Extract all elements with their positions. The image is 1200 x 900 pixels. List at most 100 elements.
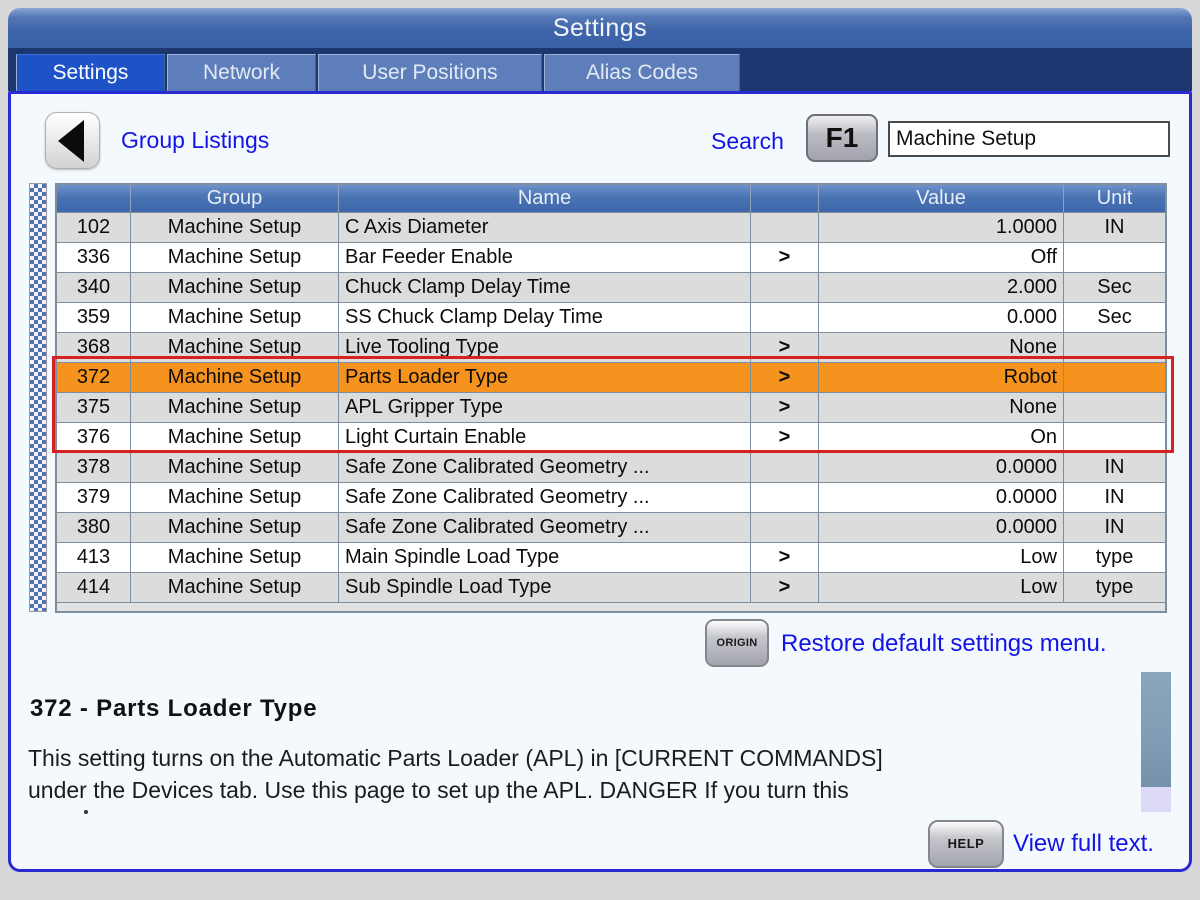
cell-arrow: > (751, 333, 819, 362)
cell-name: Light Curtain Enable (339, 423, 751, 452)
cell-group: Machine Setup (131, 453, 339, 482)
cell-num: 413 (57, 543, 131, 572)
cell-value: 0.0000 (819, 513, 1064, 542)
cell-unit: Sec (1064, 303, 1165, 332)
cell-num: 380 (57, 513, 131, 542)
tab-user-positions[interactable]: User Positions (318, 54, 542, 91)
cell-arrow (751, 483, 819, 512)
cell-unit (1064, 243, 1165, 272)
back-button[interactable] (45, 112, 100, 169)
cell-unit (1064, 363, 1165, 392)
page-title: Settings (553, 14, 647, 43)
table-row[interactable]: 368Machine SetupLive Tooling Type>None (57, 332, 1165, 362)
cell-name: Parts Loader Type (339, 363, 751, 392)
origin-button[interactable]: ORIGIN (705, 619, 769, 667)
cell-value: 0.0000 (819, 483, 1064, 512)
cell-unit: type (1064, 543, 1165, 572)
cell-name: C Axis Diameter (339, 213, 751, 242)
cell-unit: IN (1064, 483, 1165, 512)
table-row[interactable]: 336Machine SetupBar Feeder Enable>Off (57, 242, 1165, 272)
cell-arrow: > (751, 543, 819, 572)
table-row[interactable]: 372Machine SetupParts Loader Type>Robot (57, 362, 1165, 392)
cell-name: SS Chuck Clamp Delay Time (339, 303, 751, 332)
title-bar: Settings (8, 8, 1192, 48)
header-unit: Unit (1064, 185, 1165, 212)
cell-group: Machine Setup (131, 213, 339, 242)
help-button[interactable]: HELP (928, 820, 1004, 868)
cell-value: None (819, 393, 1064, 422)
cell-name: Safe Zone Calibrated Geometry ... (339, 483, 751, 512)
cell-group: Machine Setup (131, 243, 339, 272)
cell-unit (1064, 393, 1165, 422)
clipped-text-fragment (84, 810, 88, 814)
group-listings-link[interactable]: Group Listings (121, 127, 269, 154)
tab-bar: Settings Network User Positions Alias Co… (8, 48, 1192, 91)
table-row[interactable]: 340Machine SetupChuck Clamp Delay Time2.… (57, 272, 1165, 302)
cell-group: Machine Setup (131, 303, 339, 332)
table-row[interactable]: 102Machine SetupC Axis Diameter 1.0000IN (57, 212, 1165, 242)
cell-unit (1064, 423, 1165, 452)
cell-arrow (751, 213, 819, 242)
cell-name: Safe Zone Calibrated Geometry ... (339, 453, 751, 482)
cell-unit: Sec (1064, 273, 1165, 302)
cell-value: 1.0000 (819, 213, 1064, 242)
cell-name: APL Gripper Type (339, 393, 751, 422)
cell-group: Machine Setup (131, 513, 339, 542)
cell-unit: IN (1064, 213, 1165, 242)
header-value: Value (819, 185, 1064, 212)
cell-value: 2.000 (819, 273, 1064, 302)
scrollbar-thumb[interactable] (1141, 672, 1171, 787)
cell-arrow: > (751, 393, 819, 422)
search-input[interactable] (888, 121, 1170, 157)
cell-name: Safe Zone Calibrated Geometry ... (339, 513, 751, 542)
help-text-line-1: This setting turns on the Automatic Part… (28, 745, 883, 772)
table-row[interactable]: 413Machine SetupMain Spindle Load Type>L… (57, 542, 1165, 572)
table-row[interactable]: 359Machine SetupSS Chuck Clamp Delay Tim… (57, 302, 1165, 332)
cell-unit: IN (1064, 453, 1165, 482)
cell-num: 102 (57, 213, 131, 242)
cell-num: 336 (57, 243, 131, 272)
help-scrollbar[interactable] (1141, 672, 1171, 812)
cell-num: 414 (57, 573, 131, 602)
settings-table: Group Name Value Unit 102Machine SetupC … (55, 183, 1167, 613)
table-row[interactable]: 378Machine SetupSafe Zone Calibrated Geo… (57, 452, 1165, 482)
table-row[interactable]: 414Machine SetupSub Spindle Load Type>Lo… (57, 572, 1165, 602)
cell-value: 0.000 (819, 303, 1064, 332)
cell-group: Machine Setup (131, 423, 339, 452)
header-name: Name (339, 185, 751, 212)
table-row[interactable]: 375Machine SetupAPL Gripper Type>None (57, 392, 1165, 422)
table-header-row: Group Name Value Unit (57, 185, 1165, 212)
cell-unit: IN (1064, 513, 1165, 542)
table-drag-strip[interactable] (29, 183, 47, 612)
restore-defaults-link[interactable]: Restore default settings menu. (781, 630, 1107, 658)
help-text-line-2: under the Devices tab. Use this page to … (28, 777, 849, 804)
cell-group: Machine Setup (131, 573, 339, 602)
cell-value: None (819, 333, 1064, 362)
cell-arrow: > (751, 573, 819, 602)
table-row[interactable]: 376Machine SetupLight Curtain Enable>On (57, 422, 1165, 452)
cell-name: Sub Spindle Load Type (339, 573, 751, 602)
tab-alias-codes[interactable]: Alias Codes (544, 54, 740, 91)
cell-unit: type (1064, 573, 1165, 602)
cell-arrow (751, 513, 819, 542)
cell-group: Machine Setup (131, 273, 339, 302)
settings-screen: Settings Settings Network User Positions… (0, 0, 1200, 900)
table-row[interactable]: 379Machine SetupSafe Zone Calibrated Geo… (57, 482, 1165, 512)
table-row[interactable]: 380Machine SetupSafe Zone Calibrated Geo… (57, 512, 1165, 542)
header-number (57, 185, 131, 212)
cell-arrow: > (751, 243, 819, 272)
cell-group: Machine Setup (131, 333, 339, 362)
cell-group: Machine Setup (131, 363, 339, 392)
header-group: Group (131, 185, 339, 212)
tab-network[interactable]: Network (167, 54, 316, 91)
help-heading: 372 - Parts Loader Type (30, 695, 317, 723)
cell-name: Live Tooling Type (339, 333, 751, 362)
cell-value: Off (819, 243, 1064, 272)
tab-settings[interactable]: Settings (16, 54, 165, 91)
f1-key-button[interactable]: F1 (806, 114, 878, 162)
table-footer-strip (57, 602, 1165, 611)
cell-name: Bar Feeder Enable (339, 243, 751, 272)
view-full-text-link[interactable]: View full text. (1013, 830, 1154, 858)
back-arrow-icon (58, 120, 84, 162)
cell-num: 375 (57, 393, 131, 422)
